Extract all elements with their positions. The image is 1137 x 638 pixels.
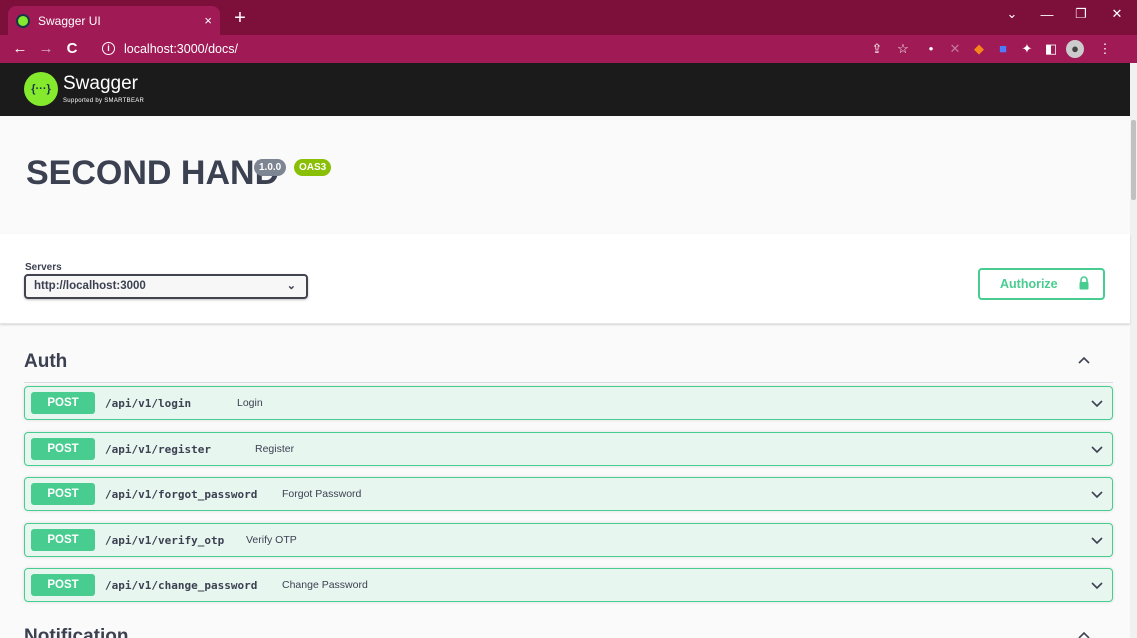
servers-section: Servers http://localhost:3000 ⌄ Authoriz… (0, 234, 1130, 324)
chevron-up-icon[interactable] (1077, 353, 1091, 367)
servers-selected-value: http://localhost:3000 (34, 280, 146, 292)
side-panel-icon[interactable]: ◧ (1042, 40, 1060, 58)
browser-tab-bar: Swagger UI × + ⌄ — ❐ ✕ (0, 0, 1137, 35)
oas-badge: OAS3 (294, 159, 332, 176)
operation-summary: Login (237, 397, 263, 409)
swagger-favicon-icon (16, 13, 30, 28)
method-badge: POST (31, 574, 95, 596)
back-arrow-icon[interactable]: ← (10, 39, 30, 59)
operation-path: /api/v1/login (105, 397, 192, 410)
reload-icon[interactable]: C (62, 39, 82, 59)
swagger-brand[interactable]: Swagger (63, 73, 138, 95)
servers-select[interactable]: http://localhost:3000 ⌄ (24, 274, 308, 299)
operation-post-verify-otp[interactable]: POST /api/v1/verify_otp Verify OTP (24, 523, 1113, 557)
minimize-button[interactable]: — (1030, 0, 1064, 28)
operation-post-change-password[interactable]: POST /api/v1/change_password Change Pass… (24, 568, 1113, 602)
bookmark-star-icon[interactable]: ☆ (894, 40, 912, 58)
profile-avatar[interactable]: ● (1066, 40, 1084, 58)
swagger-logo-glyph: {···} (31, 83, 51, 95)
swagger-brand-sub: Supported by SMARTBEAR (63, 98, 145, 104)
tag-name: Auth (24, 351, 68, 372)
tab-title: Swagger UI (38, 13, 101, 28)
operation-summary: Change Password (282, 579, 368, 591)
chevron-down-icon[interactable] (1090, 488, 1104, 502)
operation-path: /api/v1/verify_otp (105, 534, 225, 547)
operation-summary: Verify OTP (246, 534, 297, 546)
new-tab-button[interactable]: + (228, 6, 252, 30)
url-text: localhost:3000/docs/ (124, 42, 238, 56)
operation-post-login[interactable]: POST /api/v1/login Login (24, 386, 1113, 420)
operation-post-forgot-password[interactable]: POST /api/v1/forgot_password Forgot Pass… (24, 477, 1113, 511)
metamask-icon[interactable]: ◆ (970, 40, 988, 58)
tag-name: Notification (24, 626, 129, 638)
operation-path: /api/v1/forgot_password (105, 488, 258, 501)
tag-header-notification[interactable]: Notification (24, 612, 1113, 638)
method-badge: POST (31, 392, 95, 414)
tag-header-auth[interactable]: Auth (24, 337, 1113, 383)
address-bar[interactable]: i localhost:3000/docs/ (100, 39, 910, 59)
method-badge: POST (31, 483, 95, 505)
api-info: SECOND HAND 1.0.0 OAS3 (0, 116, 1130, 234)
chevron-down-icon: ⌄ (286, 280, 296, 292)
authorize-button[interactable]: Authorize (978, 268, 1105, 300)
lock-icon (1079, 276, 1089, 290)
version-badge: 1.0.0 (254, 159, 287, 176)
api-title: SECOND HAND (26, 154, 280, 192)
scrollbar-thumb[interactable] (1131, 120, 1136, 200)
swagger-logo-icon[interactable]: {···} (24, 72, 58, 106)
chevron-down-icon[interactable] (1090, 579, 1104, 593)
chevron-up-icon[interactable] (1077, 628, 1091, 638)
method-badge: POST (31, 529, 95, 551)
extension-3-icon[interactable]: ■ (994, 40, 1012, 58)
tab-close-icon[interactable]: × (204, 13, 212, 28)
forward-arrow-icon[interactable]: → (36, 39, 56, 59)
operation-summary: Register (255, 443, 295, 455)
extensions-puzzle-icon[interactable]: ✦ (1018, 40, 1036, 58)
extension-2-icon[interactable]: ✕ (946, 40, 964, 58)
operation-summary: Forgot Password (282, 488, 362, 500)
chevron-down-icon[interactable] (1090, 443, 1104, 457)
chevron-down-icon[interactable] (1090, 397, 1104, 411)
servers-label: Servers (25, 262, 62, 273)
share-icon[interactable]: ⇪ (868, 40, 886, 58)
extension-1-icon[interactable]: • (922, 40, 940, 58)
operation-path: /api/v1/register (105, 443, 211, 456)
close-window-button[interactable]: ✕ (1100, 0, 1134, 28)
browser-toolbar: ← → C i localhost:3000/docs/ ⇪ ☆ • ✕ ◆ ■… (0, 35, 1137, 63)
restore-button[interactable]: ❐ (1064, 0, 1098, 28)
browser-tab[interactable]: Swagger UI × (8, 6, 220, 35)
site-info-icon[interactable]: i (102, 42, 115, 55)
method-badge: POST (31, 438, 95, 460)
tab-list-icon[interactable]: ⌄ (995, 0, 1029, 28)
swagger-topbar: {···} Swagger Supported by SMARTBEAR (0, 63, 1130, 116)
operation-post-register[interactable]: POST /api/v1/register Register (24, 432, 1113, 466)
authorize-label: Authorize (1000, 277, 1058, 291)
operation-path: /api/v1/change_password (105, 579, 258, 592)
chevron-down-icon[interactable] (1090, 534, 1104, 548)
browser-menu-icon[interactable]: ⋮ (1096, 40, 1114, 58)
